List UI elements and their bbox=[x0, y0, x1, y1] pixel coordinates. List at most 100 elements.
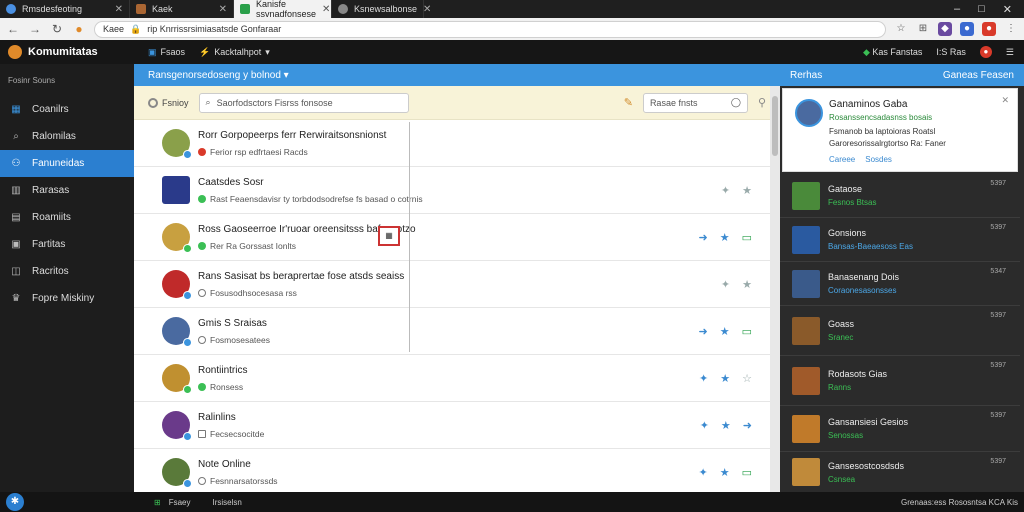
list-scrollbar[interactable] bbox=[770, 86, 780, 492]
header-menu-1[interactable]: ▣ Fsaos bbox=[148, 47, 185, 58]
close-icon[interactable]: ✕ bbox=[1001, 95, 1009, 106]
list-item[interactable]: Rans Sasisat bs beraprertae fose atsds s… bbox=[134, 261, 780, 308]
extension-icon[interactable]: ⊞ bbox=[916, 22, 930, 36]
home-icon[interactable]: ● bbox=[72, 22, 86, 36]
scrollbar-thumb[interactable] bbox=[772, 96, 778, 156]
filter-button[interactable]: Fsnioy bbox=[148, 97, 189, 108]
list-item-sub: Ronsess bbox=[198, 382, 247, 392]
search-input[interactable]: ⌕ Saorfodsctors Fisrss fonsose bbox=[198, 92, 409, 113]
status-dot-icon bbox=[183, 385, 192, 394]
star-bookmark-icon[interactable]: ☆ bbox=[894, 22, 908, 36]
list-item[interactable]: Note Online Fesnnarsatorssds ✦ ★ ▭ bbox=[134, 449, 780, 496]
header-menu-2[interactable]: ⚡ Kacktalhpot ▾ bbox=[199, 47, 270, 58]
pin-icon[interactable]: ✦ bbox=[721, 278, 730, 291]
sidebar-item-6[interactable]: ▣ Fartitas bbox=[0, 231, 134, 258]
share-icon[interactable]: ➜ bbox=[743, 419, 752, 432]
sidebar-item-4[interactable]: ▥ Rarasas bbox=[0, 177, 134, 204]
star-icon[interactable]: ★ bbox=[742, 184, 752, 197]
menu-icon[interactable]: ☰ bbox=[1006, 47, 1014, 58]
star-icon[interactable]: ★ bbox=[742, 278, 752, 291]
browser-tab-2[interactable]: Kaek ✕ bbox=[130, 0, 234, 18]
extension-icon-3[interactable]: ● bbox=[960, 22, 974, 36]
list-item[interactable]: Caatsdes Sosr Rast Feaensdavisr ty torbd… bbox=[134, 167, 780, 214]
list-item[interactable]: Ralinlins Fecsecsocitde ✦ ★ ➜ bbox=[134, 402, 780, 449]
url-input[interactable]: Kaee 🔒 rip Knrrissrsimiasatsde Gonfaraar bbox=[94, 20, 886, 38]
reload-icon[interactable]: ↻ bbox=[50, 22, 64, 36]
right-list-item[interactable]: Gataose Fesnos Btsas 5397 bbox=[780, 174, 1020, 218]
search-input-2[interactable]: Rasae fnsts ◯ bbox=[642, 92, 748, 113]
sidebar-item-7[interactable]: ◫ Racritos bbox=[0, 258, 134, 285]
game-thumbnail bbox=[792, 269, 820, 298]
game-logo-icon: ⚡ bbox=[199, 46, 211, 57]
search-icon: ⌕ bbox=[13, 130, 19, 142]
list-item[interactable]: Ross Gaoseerroe Ir'ruoar oreensitsss baf… bbox=[134, 214, 780, 261]
star-icon[interactable]: ★ bbox=[721, 419, 731, 432]
minimize-button[interactable]: – bbox=[954, 3, 960, 16]
green-logo-icon: ◆ bbox=[862, 46, 870, 57]
back-arrow-icon[interactable]: ← bbox=[6, 22, 20, 36]
star-outline-icon[interactable]: ☆ bbox=[742, 372, 752, 385]
controller-icon[interactable]: ▭ bbox=[742, 466, 752, 479]
star-icon[interactable]: ★ bbox=[720, 325, 730, 338]
list-item[interactable]: Rorr Gorpopeerps ferr Rerwiraitsonsnions… bbox=[134, 120, 780, 167]
right-list-item[interactable]: Banasenang Dois Coraonesasonsses 5347 bbox=[780, 262, 1020, 306]
right-list-item[interactable]: Gansesostcosdsds Csnsea 5397 bbox=[780, 452, 1020, 492]
people-icon: ⚇ bbox=[11, 157, 21, 169]
featured-link-2[interactable]: Sosdes bbox=[865, 155, 892, 164]
controller-icon[interactable]: ▭ bbox=[742, 231, 752, 244]
right-panel-link[interactable]: Ganeas Feasen bbox=[943, 70, 1014, 81]
right-list-item[interactable]: Rodasots Gias Ranns 5397 bbox=[780, 356, 1020, 406]
pin-icon[interactable]: ✦ bbox=[700, 419, 709, 432]
sidebar-item-5[interactable]: ▤ Roamiits bbox=[0, 204, 134, 231]
settings-gear-icon[interactable]: ✱ bbox=[6, 493, 24, 511]
featured-card[interactable]: Ganaminos Gaba Rosanssencsadasnss bosais… bbox=[782, 88, 1018, 172]
pin-icon[interactable]: ✦ bbox=[721, 184, 730, 197]
sidebar-item-1[interactable]: ▦ Coanilrs bbox=[0, 96, 134, 123]
controller-icon[interactable]: ▭ bbox=[742, 325, 752, 338]
header-right-item-1[interactable]: ◆ Kas Fanstas bbox=[863, 47, 922, 58]
right-list-item[interactable]: Goass Sranec 5397 bbox=[780, 306, 1020, 356]
tab-close-icon[interactable]: ✕ bbox=[322, 4, 330, 15]
menu-dots-icon[interactable]: ⋮ bbox=[1004, 22, 1018, 36]
browser-tab-3-active[interactable]: Kanisfe ssvnadfonsese ✕ bbox=[234, 0, 332, 19]
app-brand[interactable]: Komumitatas bbox=[0, 45, 134, 59]
tab-close-icon[interactable]: ✕ bbox=[423, 4, 431, 15]
featured-title: Ganaminos Gaba bbox=[829, 99, 908, 110]
browser-tab-4[interactable]: Ksnewsalbonse ✕ bbox=[332, 0, 431, 18]
extension-icon-2[interactable]: ◆ bbox=[938, 22, 952, 36]
qr-code-icon[interactable]: ▦ bbox=[378, 226, 400, 246]
extension-icon-4[interactable]: ● bbox=[982, 22, 996, 36]
edit-icon[interactable]: ✎ bbox=[624, 96, 633, 109]
right-item-title: Banasenang Dois bbox=[828, 272, 900, 282]
browser-tab-1[interactable]: Rmsdesfeoting ✕ bbox=[0, 0, 130, 18]
list-item[interactable]: Rontiintrics Ronsess ✦ ★ ☆ bbox=[134, 355, 780, 402]
right-list-item[interactable]: Gansansiesi Gesios Senossas 5397 bbox=[780, 406, 1020, 452]
windows-icon[interactable]: ⊞ bbox=[154, 498, 161, 507]
share-icon[interactable]: ➜ bbox=[699, 325, 708, 338]
right-item-sub: Bansas-Baeaesoss Eas bbox=[828, 242, 913, 251]
right-list-item[interactable]: Gonsions Bansas-Baeaesoss Eas 5397 bbox=[780, 218, 1020, 262]
pin-icon[interactable]: ✦ bbox=[699, 466, 708, 479]
pin-icon[interactable]: ✦ bbox=[699, 372, 708, 385]
maximize-button[interactable]: □ bbox=[978, 3, 985, 16]
forward-arrow-icon[interactable]: → bbox=[28, 22, 42, 36]
notification-badge-icon[interactable]: ● bbox=[979, 46, 992, 58]
sidebar-item-3-active[interactable]: ⚇ Fanuneidas bbox=[0, 150, 134, 177]
section-title[interactable]: Ransgenorsedoseng y bolnod ▾ bbox=[134, 70, 780, 81]
star-icon[interactable]: ★ bbox=[720, 231, 730, 244]
close-window-button[interactable]: ✕ bbox=[1003, 3, 1012, 16]
sidebar-item-8[interactable]: ♛ Fopre Miskiny bbox=[0, 285, 134, 312]
share-icon[interactable]: ➜ bbox=[699, 231, 708, 244]
star-icon[interactable]: ★ bbox=[720, 466, 730, 479]
list-item[interactable]: Gmis S Sraisas Fosmosesatees ➜ ★ ▭ bbox=[134, 308, 780, 355]
tab-close-icon[interactable]: ✕ bbox=[219, 4, 227, 15]
address-bar-row: ← → ↻ ● Kaee 🔒 rip Knrrissrsimiasatsde G… bbox=[0, 18, 1024, 40]
right-item-time: 5347 bbox=[990, 268, 1006, 275]
tab-close-icon[interactable]: ✕ bbox=[115, 4, 123, 15]
sidebar-item-2[interactable]: ⌕ Ralomilas bbox=[0, 123, 134, 150]
header-right-item-2[interactable]: I:S Ras bbox=[936, 47, 966, 57]
featured-link-1[interactable]: Careee bbox=[829, 155, 855, 164]
pin-icon[interactable]: ⚲ bbox=[758, 96, 766, 109]
star-icon[interactable]: ★ bbox=[720, 372, 730, 385]
list-item-text: Ralinlins Fecsecsocitde bbox=[198, 412, 264, 439]
